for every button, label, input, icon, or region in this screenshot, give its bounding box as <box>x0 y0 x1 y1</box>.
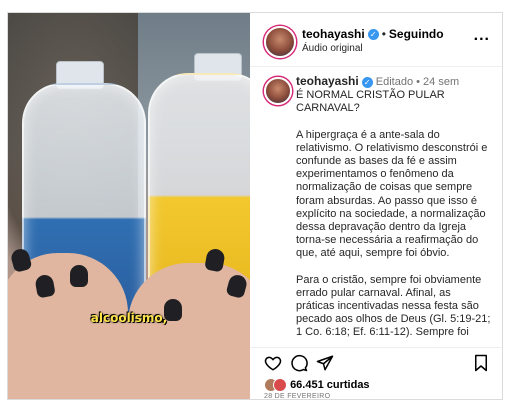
author-username[interactable]: teohayashi <box>302 27 365 41</box>
share-icon[interactable] <box>316 354 334 372</box>
post-header: teohayashi ✓ • Seguindo Áudio original ... <box>250 13 502 67</box>
more-options-icon[interactable]: ... <box>474 27 490 45</box>
caption-username[interactable]: teohayashi <box>296 74 359 88</box>
caption-paragraph: Para o cristão, sempre foi obviamente er… <box>296 273 491 339</box>
likes-count[interactable]: 66.451 curtidas <box>264 378 370 392</box>
caption-author-avatar[interactable] <box>264 77 292 105</box>
post-video[interactable]: alcoolismo, <box>8 13 250 399</box>
separator-dot: • <box>381 27 386 41</box>
nail <box>70 265 88 287</box>
caption-meta: Editado • 24 sem <box>375 76 460 88</box>
liker-avatar <box>273 378 287 392</box>
left-hand <box>8 253 128 399</box>
post-panel: teohayashi ✓ • Seguindo Áudio original ... … <box>250 13 502 399</box>
action-bar: 66.451 curtidas 28 DE FEVEREIRO <box>250 347 502 399</box>
comment-icon[interactable] <box>290 354 308 372</box>
caption-title: É NORMAL CRISTÃO PULAR CARNAVAL? <box>296 89 445 115</box>
post-window: alcoolismo, teohayashi ✓ • Seguindo Áudio o… <box>7 12 503 400</box>
caption-text: teohayashi ✓ Editado • 24 sem É NORMAL CR… <box>296 74 492 347</box>
header-line: teohayashi ✓ • Seguindo <box>302 27 444 41</box>
audio-label[interactable]: Áudio original <box>302 43 363 54</box>
caption-area: teohayashi ✓ Editado • 24 sem É NORMAL CR… <box>250 67 502 347</box>
post-date: 28 DE FEVEREIRO <box>264 393 331 400</box>
verified-badge-icon: ✓ <box>367 29 379 41</box>
heart-icon[interactable] <box>264 354 282 372</box>
video-caption: alcoolismo, <box>90 311 168 325</box>
caption-paragraph: A hipergraça é a ante-sala do relativism… <box>296 128 488 260</box>
bookmark-icon[interactable] <box>472 354 490 372</box>
following-button[interactable]: Seguindo <box>389 27 444 41</box>
verified-badge-icon: ✓ <box>361 76 373 88</box>
likes-text: 66.451 curtidas <box>290 378 370 391</box>
author-avatar[interactable] <box>264 26 296 58</box>
